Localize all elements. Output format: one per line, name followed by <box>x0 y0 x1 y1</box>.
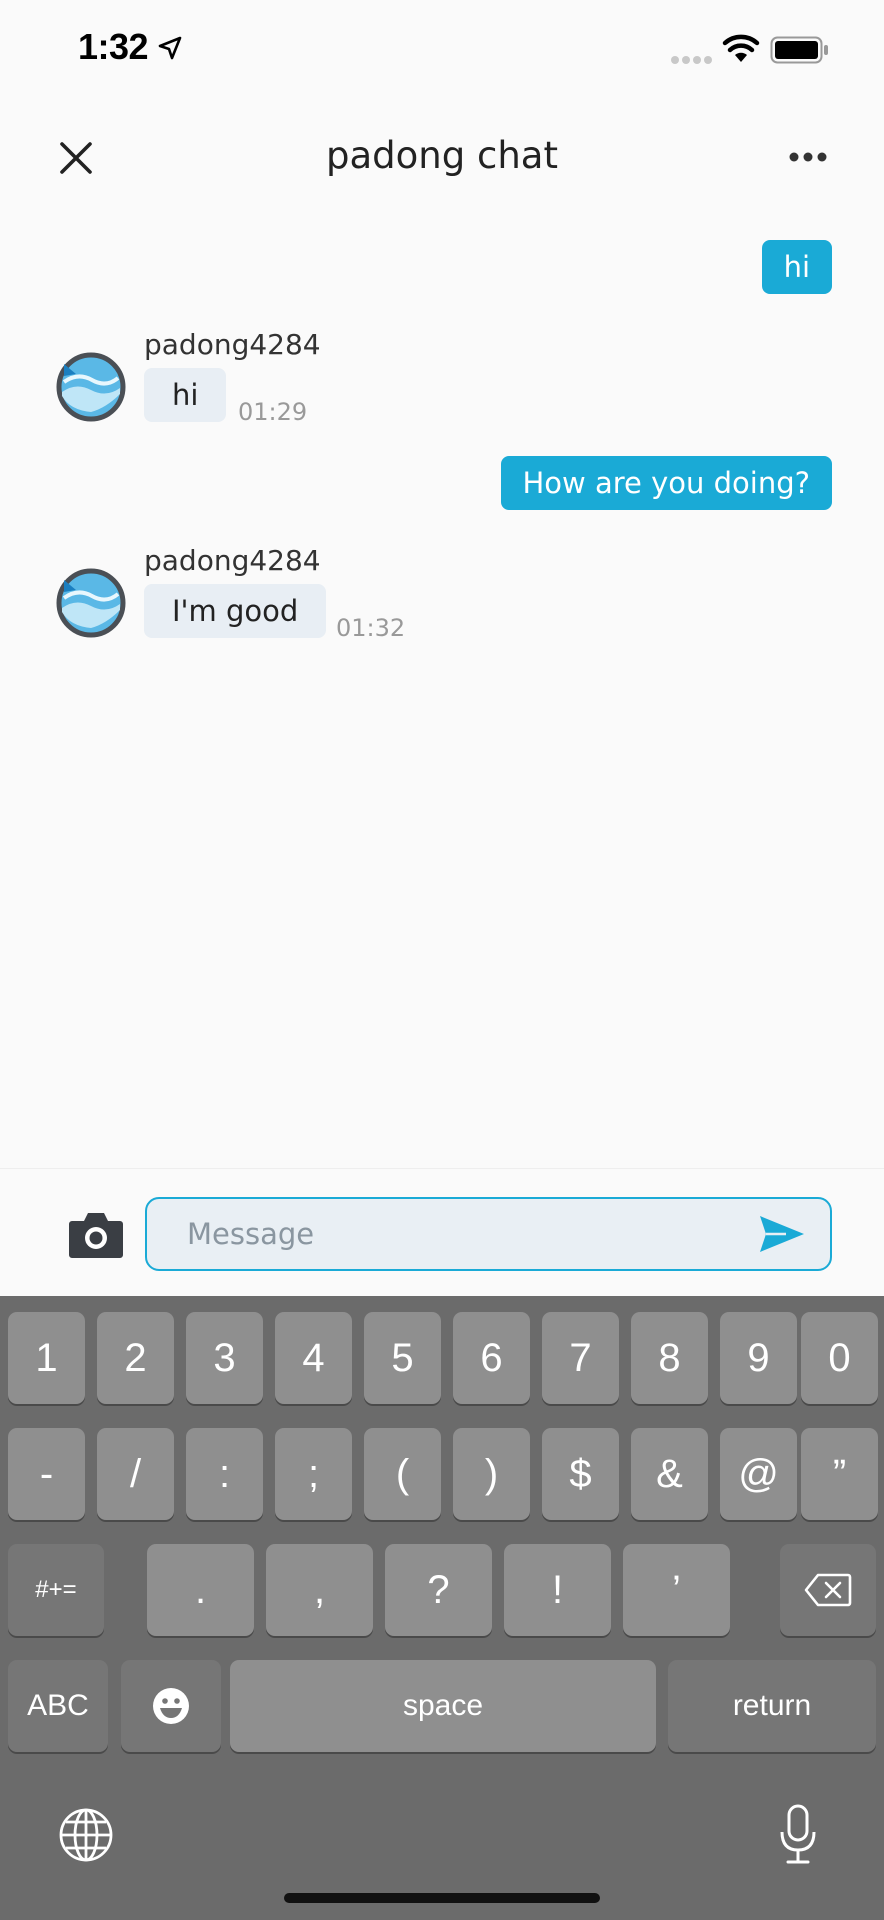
key-semicolon[interactable]: ; <box>275 1428 352 1520</box>
key-quote[interactable]: ” <box>801 1428 878 1520</box>
globe-icon[interactable] <box>58 1807 114 1863</box>
message-composer <box>0 1168 884 1296</box>
key-2[interactable]: 2 <box>97 1312 174 1404</box>
outgoing-message[interactable]: How are you doing? <box>500 456 832 510</box>
signal-icon <box>671 56 712 64</box>
key-8[interactable]: 8 <box>631 1312 708 1404</box>
wifi-icon <box>722 34 760 62</box>
status-time: 1:32 <box>78 26 149 67</box>
key-3[interactable]: 3 <box>186 1312 263 1404</box>
incoming-message: padong4284 hi 01:29 <box>56 328 756 446</box>
message-list[interactable]: hi padong4284 hi 01:29 How are you doing… <box>0 220 884 1170</box>
key-5[interactable]: 5 <box>364 1312 441 1404</box>
page-title: padong chat <box>326 134 558 177</box>
key-more-symbols[interactable]: #+= <box>8 1544 104 1636</box>
camera-icon[interactable] <box>68 1209 124 1259</box>
send-icon[interactable] <box>758 1214 806 1254</box>
sender-name: padong4284 <box>144 328 321 361</box>
avatar-icon[interactable] <box>56 568 126 638</box>
emoji-icon <box>153 1688 189 1724</box>
emoji-key[interactable] <box>121 1660 221 1752</box>
key-period[interactable]: . <box>147 1544 254 1636</box>
key-ampersand[interactable]: & <box>631 1428 708 1520</box>
avatar-icon[interactable] <box>56 352 126 422</box>
key-question[interactable]: ? <box>385 1544 492 1636</box>
sender-name: padong4284 <box>144 544 321 577</box>
key-exclamation[interactable]: ! <box>504 1544 611 1636</box>
key-colon[interactable]: : <box>186 1428 263 1520</box>
backspace-icon <box>804 1573 852 1607</box>
battery-icon <box>770 36 828 64</box>
incoming-bubble[interactable]: I'm good <box>144 584 327 638</box>
key-1[interactable]: 1 <box>8 1312 85 1404</box>
numeric-keyboard: 1 2 3 4 5 6 7 8 9 0 - / : ; ( ) $ & @ ” … <box>0 1296 884 1920</box>
key-6[interactable]: 6 <box>453 1312 530 1404</box>
key-dollar[interactable]: $ <box>542 1428 619 1520</box>
more-icon[interactable] <box>786 142 830 172</box>
key-0[interactable]: 0 <box>801 1312 878 1404</box>
incoming-bubble[interactable]: hi <box>144 368 227 422</box>
status-bar: 1:32 <box>0 0 884 100</box>
key-7[interactable]: 7 <box>542 1312 619 1404</box>
key-slash[interactable]: / <box>97 1428 174 1520</box>
microphone-icon[interactable] <box>778 1804 818 1866</box>
incoming-message: padong4284 I'm good 01:32 <box>56 544 756 662</box>
message-time: 01:29 <box>238 398 308 426</box>
key-4[interactable]: 4 <box>275 1312 352 1404</box>
key-apostrophe[interactable]: ’ <box>623 1544 730 1636</box>
location-arrow-icon <box>158 36 182 60</box>
key-9[interactable]: 9 <box>720 1312 797 1404</box>
backspace-key[interactable] <box>780 1544 876 1636</box>
home-indicator <box>284 1893 600 1903</box>
outgoing-message[interactable]: hi <box>761 240 832 294</box>
key-abc[interactable]: ABC <box>8 1660 108 1752</box>
key-close-paren[interactable]: ) <box>453 1428 530 1520</box>
key-space[interactable]: space <box>230 1660 656 1752</box>
chat-header: padong chat <box>0 120 884 196</box>
message-input[interactable] <box>145 1197 832 1271</box>
key-at[interactable]: @ <box>720 1428 797 1520</box>
key-return[interactable]: return <box>668 1660 876 1752</box>
key-hyphen[interactable]: - <box>8 1428 85 1520</box>
key-open-paren[interactable]: ( <box>364 1428 441 1520</box>
key-comma[interactable]: , <box>266 1544 373 1636</box>
message-time: 01:32 <box>336 614 406 642</box>
